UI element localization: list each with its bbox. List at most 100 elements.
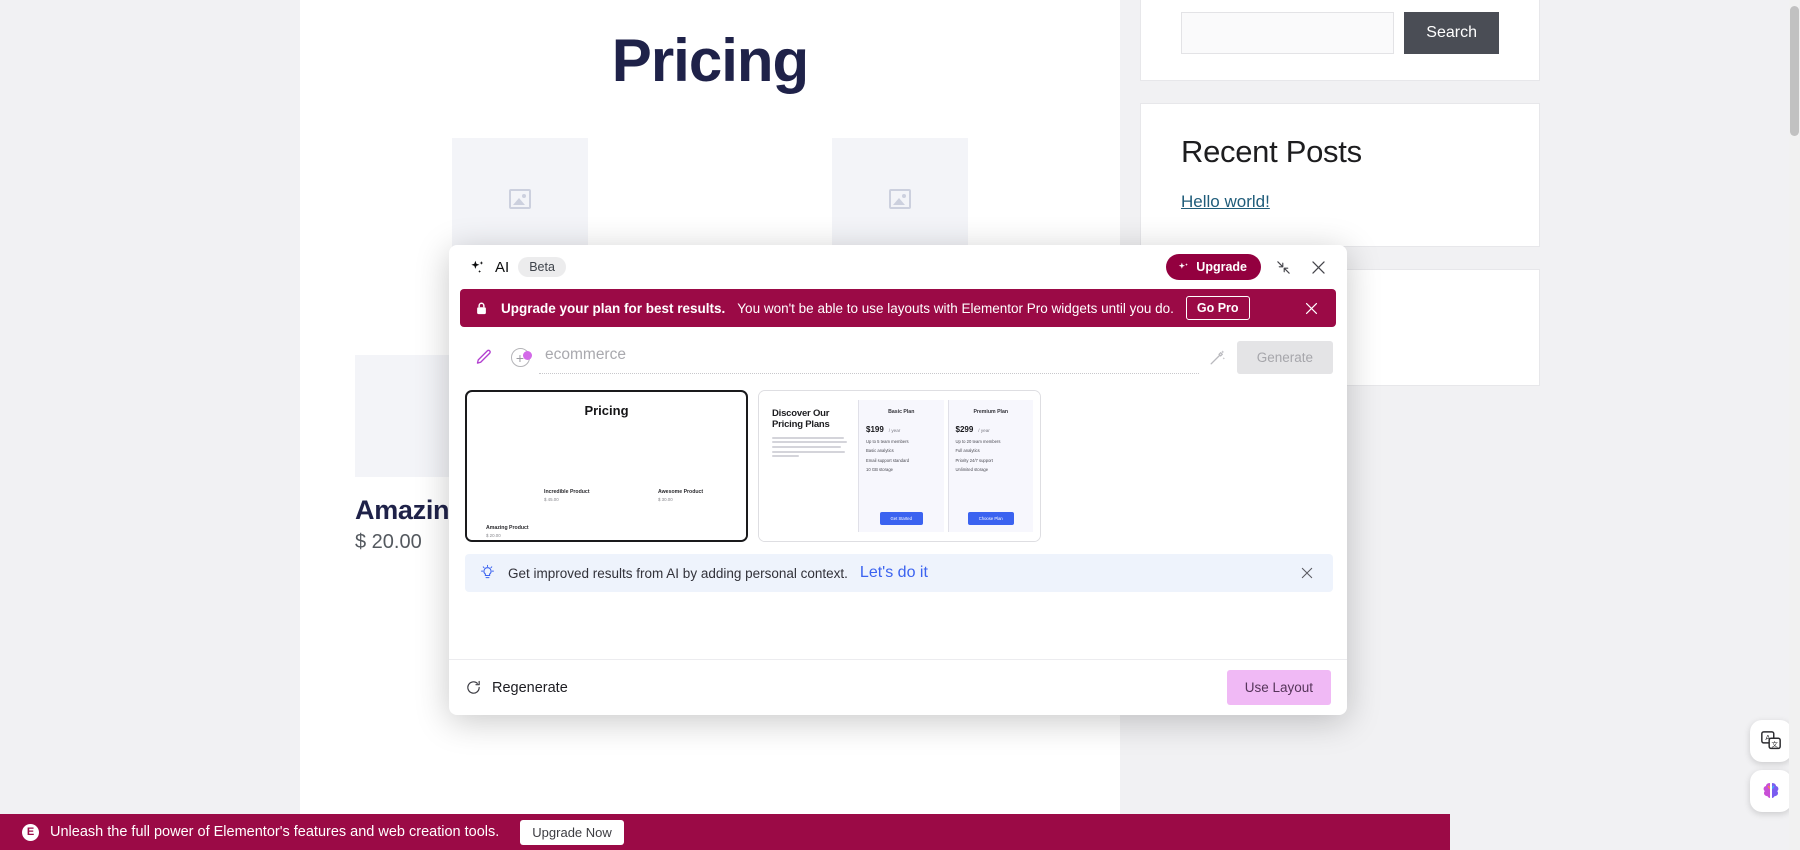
prompt-input[interactable]: ecommerce	[539, 342, 1199, 374]
scrollbar-thumb[interactable]	[1790, 6, 1799, 136]
svg-text:文: 文	[1771, 740, 1778, 749]
tip-close-button[interactable]	[1294, 560, 1320, 586]
preview-plan-feature: Up to 5 team members	[866, 439, 937, 444]
recent-post-link[interactable]: Hello world!	[1181, 192, 1499, 212]
preview-plan-feature: Basic analytics	[866, 448, 937, 453]
edit-prompt-button[interactable]	[465, 348, 501, 367]
product-image-row	[300, 138, 1120, 260]
preview-plan-cta: Get Started	[880, 512, 923, 525]
preview-plan-basic: Basic Plan $199 / year Up to 5 team memb…	[858, 400, 944, 532]
image-placeholder-icon	[509, 189, 531, 209]
translate-button[interactable]: A 文	[1750, 720, 1792, 762]
upgrade-button-label: Upgrade	[1196, 260, 1247, 274]
dialog-close-button[interactable]	[1305, 254, 1331, 280]
preview-plan-period: / year	[889, 428, 901, 433]
page-title: Pricing	[300, 0, 1120, 95]
prompt-row: + ecommerce Generate	[449, 327, 1347, 384]
layout-preview-plans: Discover Our Pricing Plans Basic Plan	[759, 391, 1040, 541]
preview-plan-premium: Premium Plan $299 / year Up to 20 team m…	[948, 400, 1034, 532]
dialog-title: AI	[495, 259, 509, 276]
prompt-placeholder: ecommerce	[545, 346, 626, 363]
preview-plan-feature: Up to 20 team members	[956, 439, 1027, 444]
preview-product-2: Awesome Product $ 30.00	[658, 489, 703, 502]
alert-text: You won't be able to use layouts with El…	[737, 301, 1174, 316]
dialog-header: AI Beta Upgrade	[449, 245, 1347, 289]
close-icon	[1299, 565, 1315, 581]
upgrade-button[interactable]: Upgrade	[1166, 254, 1261, 280]
preview-plan-name: Basic Plan	[866, 409, 937, 415]
regenerate-button[interactable]: Regenerate	[465, 679, 568, 696]
preview-product-3: Amazing Product $ 20.00	[486, 525, 529, 538]
preview-plan-feature: Priority 24/7 support	[956, 458, 1027, 463]
preview-plan-feature: Full analytics	[956, 448, 1027, 453]
new-feature-badge	[523, 351, 532, 360]
upgrade-now-button[interactable]: Upgrade Now	[520, 820, 624, 845]
preview-product-price: $ 30.00	[658, 497, 703, 502]
preview-heading: Discover Our Pricing Plans	[772, 409, 850, 431]
close-icon	[1303, 300, 1320, 317]
dialog-footer: Regenerate Use Layout	[449, 659, 1347, 715]
translate-icon: A 文	[1760, 730, 1782, 752]
preview-plan-feature: 10 GB storage	[866, 467, 937, 472]
preview-product-price: $ 20.00	[486, 533, 529, 538]
preview-plan-feature: Email support standard	[866, 458, 937, 463]
ai-layout-dialog: AI Beta Upgrade	[449, 245, 1347, 715]
preview-product-price: $ 45.00	[544, 497, 590, 502]
pencil-icon	[474, 348, 493, 367]
recent-posts-widget: Recent Posts Hello world!	[1140, 103, 1540, 247]
lock-icon	[474, 300, 489, 317]
layout-results: Pricing Incredible Product $ 45.00 Aweso…	[449, 384, 1347, 542]
enhance-prompt-button[interactable]	[1199, 348, 1237, 367]
tip-text: Get improved results from AI by adding p…	[508, 566, 848, 581]
alert-strong-text: Upgrade your plan for best results.	[501, 301, 725, 316]
beta-badge: Beta	[518, 257, 566, 277]
elementor-promo-bar: E Unleash the full power of Elementor's …	[0, 814, 1450, 850]
floating-widget-stack: A 文	[1750, 720, 1792, 812]
preview-plan-cta: Choose Plan	[968, 512, 1014, 525]
layout-result-card-1[interactable]: Pricing Incredible Product $ 45.00 Aweso…	[465, 390, 748, 542]
ai-brain-icon	[1759, 779, 1783, 803]
preview-product-name: Incredible Product	[544, 489, 590, 495]
preview-product-name: Amazing Product	[486, 525, 529, 531]
search-widget: Search	[1140, 0, 1540, 81]
magic-wand-icon	[1208, 348, 1227, 367]
go-pro-button[interactable]: Go Pro	[1186, 296, 1250, 320]
generate-button[interactable]: Generate	[1237, 341, 1333, 374]
ai-brain-button[interactable]	[1750, 770, 1792, 812]
tip-action-link[interactable]: Let's do it	[860, 564, 928, 582]
preview-product-1: Incredible Product $ 45.00	[544, 489, 590, 502]
page-scrollbar[interactable]	[1789, 0, 1800, 850]
image-placeholder-icon	[889, 189, 911, 209]
close-icon	[1309, 258, 1328, 277]
ai-sparkle-icon	[469, 259, 486, 276]
minimize-icon	[1275, 259, 1292, 276]
sparkle-icon	[1177, 261, 1190, 274]
recent-posts-heading: Recent Posts	[1181, 134, 1499, 170]
preview-plan-feature: Unlimited storage	[956, 467, 1027, 472]
layout-result-card-2[interactable]: Discover Our Pricing Plans Basic Plan	[758, 390, 1041, 542]
use-layout-button[interactable]: Use Layout	[1227, 670, 1331, 705]
image-placeholder	[832, 138, 968, 260]
browser-page: Pricing Amazing Product $ 20.00 Fantasti…	[0, 0, 1800, 850]
image-placeholder	[452, 138, 588, 260]
add-context-button[interactable]: +	[501, 348, 539, 367]
lightbulb-icon	[479, 564, 496, 582]
elementor-logo-icon: E	[22, 824, 39, 841]
preview-plan-price: $299	[956, 425, 974, 434]
preview-plan-price: $199	[866, 425, 884, 434]
personal-context-tip: Get improved results from AI by adding p…	[465, 554, 1333, 592]
search-button[interactable]: Search	[1404, 12, 1499, 54]
minimize-button[interactable]	[1270, 254, 1296, 280]
promo-text: Unleash the full power of Elementor's fe…	[50, 824, 499, 840]
preview-product-name: Awesome Product	[658, 489, 703, 495]
upgrade-alert-banner: Upgrade your plan for best results. You …	[460, 289, 1336, 327]
alert-close-button[interactable]	[1298, 295, 1324, 321]
preview-plan-period: / year	[978, 428, 990, 433]
preview-paragraph-lines	[772, 437, 850, 457]
refresh-icon	[465, 679, 482, 696]
preview-title: Pricing	[467, 403, 746, 418]
search-input[interactable]	[1181, 12, 1394, 54]
regenerate-label: Regenerate	[492, 680, 568, 696]
preview-plan-name: Premium Plan	[956, 409, 1027, 415]
layout-preview-pricing: Pricing Incredible Product $ 45.00 Aweso…	[467, 403, 746, 542]
